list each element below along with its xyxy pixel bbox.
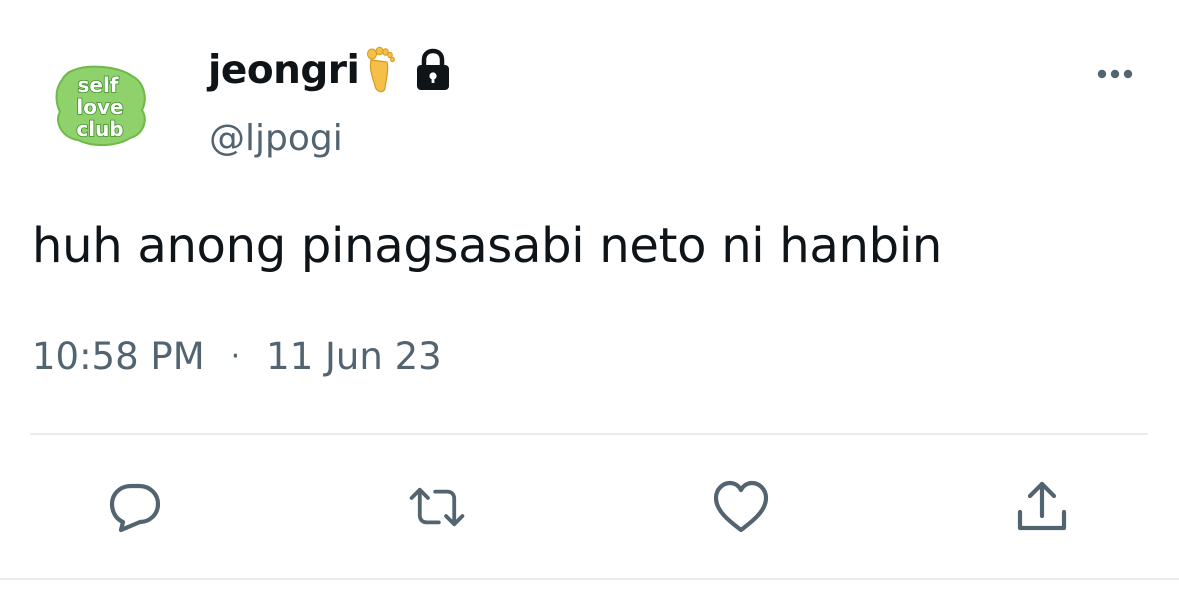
tweet-text: huh anong pinagsasabi neto ni hanbin <box>32 218 942 274</box>
avatar-text-line: club <box>76 117 123 141</box>
bottom-divider <box>0 578 1179 580</box>
tweet-date[interactable]: 11 Jun 23 <box>266 335 442 378</box>
like-button[interactable] <box>712 478 770 536</box>
reply-button[interactable] <box>106 478 164 536</box>
avatar-text-line: self <box>77 73 118 97</box>
share-button[interactable] <box>1013 478 1071 536</box>
tweet-time[interactable]: 10:58 PM <box>32 335 205 378</box>
display-name[interactable]: jeongri <box>208 48 360 93</box>
share-icon <box>1017 481 1067 531</box>
retweet-button[interactable] <box>408 478 466 536</box>
avatar-text-line: love <box>76 95 123 119</box>
avatar[interactable]: self love club <box>48 60 152 150</box>
like-icon <box>713 480 769 533</box>
foot-emoji-icon <box>363 44 396 96</box>
separator-dot: · <box>230 339 241 374</box>
reply-icon <box>109 483 161 533</box>
tweet-card: self love club jeongri @ljpogi huh anong… <box>0 0 1179 597</box>
author-name-row[interactable]: jeongri <box>208 42 453 98</box>
retweet-icon <box>409 487 465 527</box>
tweet-timestamp[interactable]: 10:58 PM · 11 Jun 23 <box>32 335 442 378</box>
divider <box>30 433 1148 435</box>
handle[interactable]: @ljpogi <box>209 118 343 159</box>
lock-icon <box>413 48 453 92</box>
more-options-icon[interactable] <box>1090 62 1140 86</box>
